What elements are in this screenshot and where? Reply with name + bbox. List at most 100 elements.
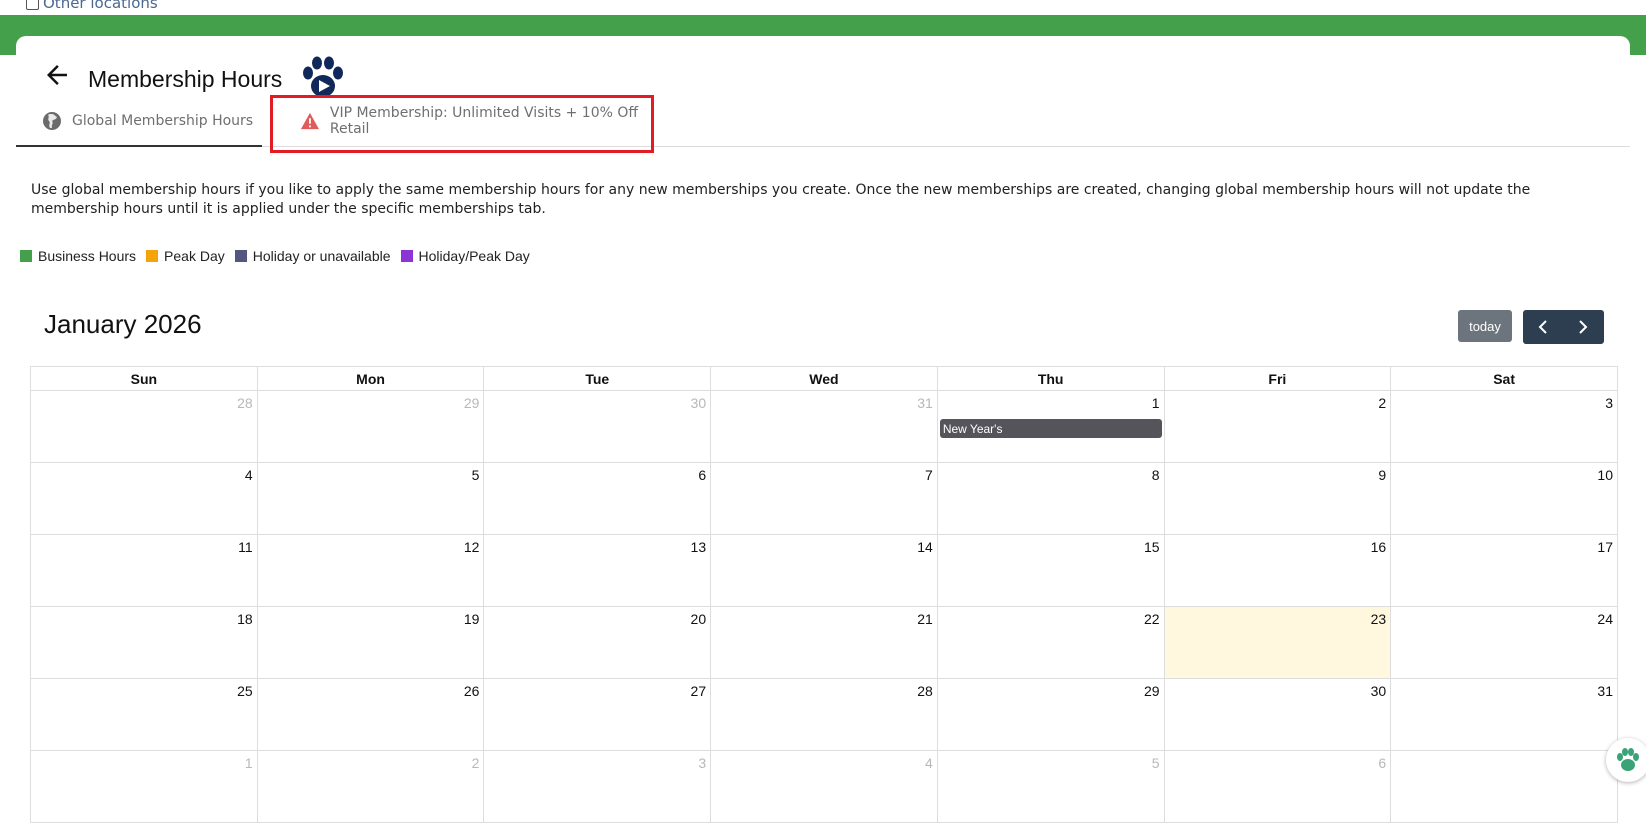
calendar-day-cell[interactable]: 1 New Year's: [936, 390, 1165, 463]
weekday-header: Thu: [936, 366, 1165, 391]
highlight-box: [270, 95, 654, 153]
calendar-day-cell[interactable]: 19: [256, 606, 485, 679]
day-number: 19: [463, 611, 480, 627]
calendar-day-cell[interactable]: 29: [936, 678, 1165, 751]
day-number: 21: [917, 611, 933, 627]
day-number: 3: [698, 755, 707, 771]
day-number: 5: [471, 467, 480, 483]
next-month-button[interactable]: [1563, 310, 1603, 344]
calendar-day-cell[interactable]: 26: [256, 678, 485, 751]
calendar-week-row: 18 19 20 21 22 23 24: [30, 606, 1618, 679]
legend-item-holiday-peak-day: Holiday/Peak Day: [400, 248, 530, 264]
calendar-day-cell[interactable]: 18: [30, 606, 258, 679]
day-number: 29: [1143, 683, 1160, 699]
calendar-day-cell[interactable]: 2: [1163, 390, 1392, 463]
calendar-day-cell[interactable]: 25: [30, 678, 258, 751]
calendar-day-cell[interactable]: 2: [256, 750, 485, 823]
legend-swatch: [146, 250, 159, 262]
legend-label: Peak Day: [164, 248, 225, 264]
chevron-left-icon: [1538, 320, 1547, 334]
legend-item-holiday-unavailable: Holiday or unavailable: [234, 248, 391, 264]
calendar-day-cell[interactable]: 5: [936, 750, 1165, 823]
calendar-day-cell[interactable]: 7: [1390, 750, 1618, 823]
calendar-day-cell[interactable]: 29: [256, 390, 485, 463]
weekday-header: Tue: [483, 366, 712, 391]
calendar-day-cell[interactable]: 17: [1390, 534, 1618, 607]
calendar-day-cell[interactable]: 24: [1390, 606, 1618, 679]
day-number: 2: [1378, 395, 1387, 411]
calendar-body: 28 29 30 31 1 New Year's 2 3 4 5 6 7 8 9 10 11 12 13 14 15 1…: [30, 390, 1618, 823]
calendar-day-cell[interactable]: 28: [710, 678, 938, 751]
other-locations-label: Other locations: [43, 0, 158, 12]
legend-label: Holiday or unavailable: [252, 248, 391, 264]
paw-video-icon[interactable]: [300, 56, 346, 98]
calendar-week-row: 1 2 3 4 5 67: [30, 750, 1618, 823]
calendar-day-cell[interactable]: 31: [1390, 678, 1618, 751]
day-number: 28: [917, 683, 933, 699]
weekday-header: Fri: [1163, 366, 1392, 391]
tab-global-membership-hours[interactable]: Global Membership Hours: [16, 96, 262, 147]
calendar-day-cell[interactable]: 22: [936, 606, 1165, 679]
calendar-day-cell[interactable]: 3: [483, 750, 712, 823]
calendar-day-cell[interactable]: 21: [710, 606, 938, 679]
help-chat-button[interactable]: [1606, 738, 1646, 782]
calendar-week-row: 4 5 6 7 8 9 10: [30, 462, 1618, 535]
calendar-day-cell[interactable]: 10: [1390, 462, 1618, 535]
calendar-day-cell[interactable]: 4: [710, 750, 938, 823]
day-number: 15: [1143, 539, 1160, 555]
calendar-day-cell[interactable]: 3: [1390, 390, 1618, 463]
other-locations-option[interactable]: Other locations: [26, 0, 158, 12]
day-number: 20: [690, 611, 707, 627]
legend-item-business-hours: Business Hours: [20, 248, 136, 264]
weekday-header: Mon: [256, 366, 485, 391]
day-number: 9: [1378, 467, 1387, 483]
day-number: 1: [244, 755, 253, 771]
globe-icon: [43, 111, 61, 130]
other-locations-checkbox[interactable]: [26, 0, 39, 10]
day-number: 30: [1370, 683, 1387, 699]
calendar-week-row: 11 12 13 14 15 16 17: [30, 534, 1618, 607]
calendar-day-cell[interactable]: 9: [1163, 462, 1392, 535]
day-number: 7: [925, 467, 933, 483]
top-strip: [0, 0, 1646, 15]
weekday-header: Sun: [30, 366, 258, 391]
legend-label: Business Hours: [38, 248, 137, 264]
calendar-day-cell[interactable]: 14: [710, 534, 938, 607]
calendar-week-row: 28 29 30 31 1 New Year's 2 3: [30, 390, 1618, 463]
calendar-day-cell[interactable]: 15: [936, 534, 1165, 607]
intro-text: Use global membership hours if you like …: [31, 182, 1531, 217]
calendar-day-cell[interactable]: 6: [1163, 750, 1392, 823]
day-number: 6: [698, 467, 707, 483]
day-number: 30: [690, 395, 707, 411]
calendar-day-cell[interactable]: 13: [483, 534, 712, 607]
calendar-event[interactable]: New Year's: [939, 419, 1162, 438]
calendar-day-cell[interactable]: 31: [710, 390, 938, 463]
day-number: 28: [237, 395, 253, 411]
calendar-day-cell[interactable]: 1: [30, 750, 258, 823]
today-button[interactable]: today: [1458, 310, 1512, 342]
calendar-day-cell[interactable]: 30: [483, 390, 712, 463]
calendar-day-cell[interactable]: 8: [936, 462, 1165, 535]
calendar-day-cell[interactable]: 23: [1163, 606, 1392, 679]
calendar-day-cell[interactable]: 27: [483, 678, 712, 751]
legend-swatch: [234, 250, 247, 262]
back-arrow-icon[interactable]: [42, 60, 72, 90]
prev-month-button[interactable]: [1523, 310, 1563, 344]
calendar-day-cell[interactable]: 30: [1163, 678, 1392, 751]
calendar-day-cell[interactable]: 12: [256, 534, 485, 607]
day-number: 27: [690, 683, 707, 699]
calendar-day-cell[interactable]: 7: [710, 462, 938, 535]
calendar-day-cell[interactable]: 4: [30, 462, 258, 535]
calendar-day-cell[interactable]: 20: [483, 606, 712, 679]
calendar-day-cell[interactable]: 6: [483, 462, 712, 535]
calendar-day-cell[interactable]: 16: [1163, 534, 1392, 607]
calendar-day-cell[interactable]: 5: [256, 462, 485, 535]
day-number: 3: [1605, 395, 1613, 411]
calendar-day-cell[interactable]: 28: [30, 390, 258, 463]
day-number: 31: [1597, 683, 1613, 699]
day-number: 11: [238, 539, 253, 555]
calendar-title: January 2026: [44, 309, 202, 339]
day-number: 22: [1143, 611, 1160, 627]
calendar-grid: Sun Mon Tue Wed Thu Fri Sat 28 29 30 31 1 New Year'…: [30, 366, 1618, 823]
calendar-day-cell[interactable]: 11: [30, 534, 258, 607]
